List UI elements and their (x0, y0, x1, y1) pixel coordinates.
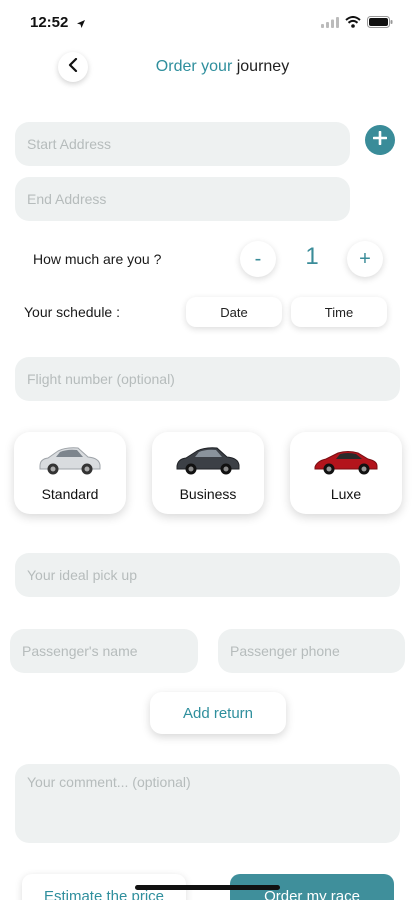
header: Order your journey (0, 48, 415, 88)
comment-textarea[interactable] (15, 764, 400, 843)
time-picker-button[interactable]: Time (291, 297, 387, 327)
plus-icon (372, 130, 388, 150)
status-time: 12:52 (30, 14, 69, 31)
car-label-luxe: Luxe (330, 486, 362, 502)
end-address-input[interactable] (15, 177, 350, 221)
car-label-business: Business (179, 486, 237, 502)
battery-icon (367, 15, 393, 33)
status-bar: 12:52 (0, 0, 415, 44)
flight-number-input[interactable] (15, 357, 400, 401)
start-address-input[interactable] (15, 122, 350, 166)
date-picker-button[interactable]: Date (186, 297, 282, 327)
car-option-standard[interactable]: Standard (14, 432, 126, 514)
status-icons (321, 15, 393, 33)
signal-icon (321, 15, 339, 33)
wifi-icon (345, 15, 361, 33)
add-return-button[interactable]: Add return (150, 692, 286, 734)
title-plain: journey (236, 58, 290, 75)
page-title: Order your journey (0, 58, 415, 76)
pickup-input[interactable] (15, 553, 400, 597)
passenger-name-input[interactable] (10, 629, 198, 673)
passenger-count-label: How much are you ? (33, 251, 162, 267)
schedule-label: Your schedule : (24, 304, 120, 320)
passenger-count-value: 1 (305, 243, 319, 270)
home-indicator (135, 885, 280, 890)
car-option-business[interactable]: Business (152, 432, 264, 514)
increment-button[interactable]: + (347, 241, 383, 277)
car-label-standard: Standard (41, 486, 99, 502)
location-arrow-icon (76, 16, 86, 34)
decrement-button[interactable]: - (240, 241, 276, 277)
car-option-luxe[interactable]: Luxe (290, 432, 402, 514)
add-stop-button[interactable] (365, 125, 395, 155)
title-accent: Order your (155, 58, 233, 75)
passenger-phone-input[interactable] (218, 629, 405, 673)
